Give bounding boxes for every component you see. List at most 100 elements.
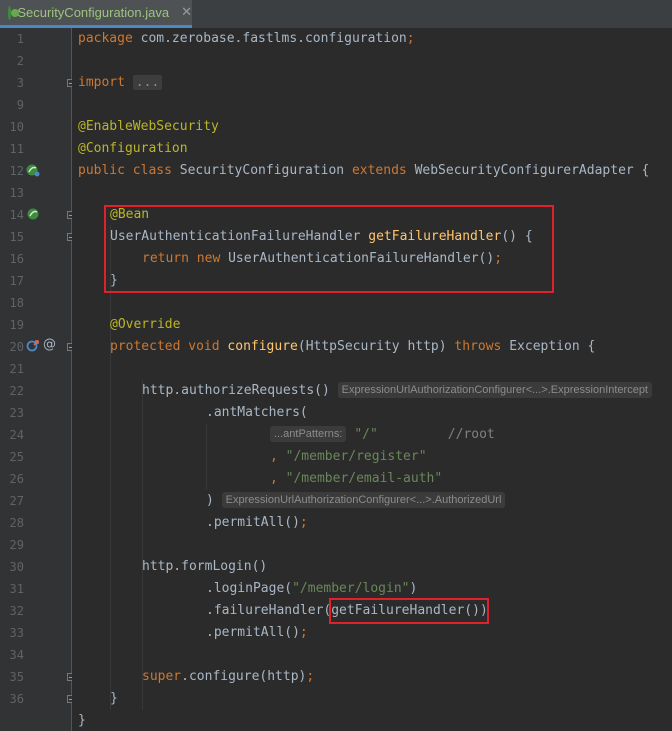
folded-imports[interactable]: ... (132, 75, 163, 90)
code-line: .loginPage("/member/login") (72, 578, 417, 600)
code-token: protected (110, 339, 181, 354)
highlight-bean-method-box (104, 205, 554, 293)
code-line: public class SecurityConfiguration exten… (72, 160, 649, 182)
line-number: 31 (9, 582, 24, 596)
line-number: 17 (9, 274, 24, 288)
line-number: 10 (9, 120, 24, 134)
code-line: } (72, 688, 118, 710)
line-number: 3 (16, 76, 24, 90)
bean-gutter-icon[interactable] (26, 163, 40, 177)
line-number: 11 (9, 142, 24, 156)
code-line: @Override (72, 314, 180, 336)
line-number: 28 (9, 516, 24, 530)
line-number: 1 (16, 32, 24, 46)
indent-guide (206, 424, 207, 490)
line-number: 25 (9, 450, 24, 464)
line-number: 24 (9, 428, 24, 442)
line-number: 12 (9, 164, 24, 178)
code-line: super.configure(http); (72, 666, 314, 688)
code-token: .failureHandler( (206, 603, 332, 618)
code-token: ; (299, 515, 308, 530)
code-token: } (110, 691, 118, 706)
line-number: 20 (9, 340, 24, 354)
code-token: .antMatchers( (206, 405, 308, 420)
code-token: class (132, 163, 172, 178)
line-number: 32 (9, 604, 24, 618)
java-class-icon (8, 5, 21, 20)
code-token: @Configuration (78, 141, 188, 156)
line-number: 2 (16, 54, 24, 68)
code-line: .antMatchers( (72, 402, 308, 424)
code-token: package (78, 31, 133, 46)
line-number: 26 (9, 472, 24, 486)
line-number: 18 (9, 296, 24, 310)
code-token: WebSecurityConfigurerAdapter { (406, 163, 650, 178)
line-number: 22 (9, 384, 24, 398)
line-number: 33 (9, 626, 24, 640)
code-line: .permitAll(); (72, 512, 308, 534)
code-token: ; (299, 625, 308, 640)
code-token: http.authorizeRequests() (142, 383, 330, 398)
code-line: http.authorizeRequests() ExpressionUrlAu… (72, 380, 652, 402)
code-token: .configure(http) (181, 669, 307, 684)
code-token: } (78, 713, 86, 728)
code-line: @EnableWebSecurity (72, 116, 219, 138)
line-number: 13 (9, 186, 24, 200)
line-number: 23 (9, 406, 24, 420)
code-token: SecurityConfiguration (171, 163, 352, 178)
tab-security-configuration[interactable]: SecurityConfiguration.java ✕ (0, 0, 192, 28)
line-number: 15 (9, 230, 24, 244)
code-line: http.formLogin() (72, 556, 267, 578)
code-token: "/member/login" (292, 581, 410, 596)
code-token: super (142, 669, 182, 684)
code-token: public (78, 163, 125, 178)
code-line: } (72, 270, 118, 292)
code-token: "/" (354, 427, 378, 442)
code-line: protected void configure(HttpSecurity ht… (72, 336, 595, 358)
code-token: throws (454, 339, 502, 354)
line-number: 14 (9, 208, 24, 222)
code-token: configure (227, 339, 298, 354)
line-number: 21 (9, 362, 24, 376)
close-icon[interactable]: ✕ (181, 5, 192, 20)
code-token: .loginPage( (206, 581, 293, 596)
code-token: void (188, 339, 220, 354)
code-token: , (270, 471, 286, 486)
code-token: ) (206, 493, 214, 508)
code-token: @Override (110, 317, 181, 332)
line-number: 9 (16, 98, 24, 112)
inlay-param-hint: ...antPatterns: (270, 426, 347, 442)
code-line: @Configuration (72, 138, 188, 160)
highlight-failure-handler-call-box (329, 598, 489, 624)
code-line: .failureHandler(getFailureHandler()) (72, 600, 488, 622)
code-comment: //root (447, 427, 495, 442)
override-gutter-icon[interactable] (26, 339, 40, 353)
line-number: 27 (9, 494, 24, 508)
bean-gutter-icon[interactable] (26, 207, 40, 221)
code-line: , "/member/email-auth" (72, 468, 442, 490)
line-number: 19 (9, 318, 24, 332)
code-token: "/member/register" (285, 449, 427, 464)
code-line: @Bean (72, 204, 149, 226)
code-line: } (72, 710, 103, 731)
code-token: (HttpSecurity http) (297, 339, 455, 354)
code-editor[interactable]: package com.zerobase.fastlms.configurati… (72, 28, 672, 731)
code-token: ; (306, 669, 315, 684)
tab-label: SecurityConfiguration.java (17, 5, 170, 20)
at-annotation-icon[interactable]: @ (43, 337, 56, 352)
code-line: import ... (72, 72, 163, 94)
code-token: .permitAll() (206, 515, 300, 530)
code-line: ) ExpressionUrlAuthorizationConfigurer<.… (72, 490, 506, 512)
code-token: .permitAll() (206, 625, 300, 640)
code-token: ) (409, 581, 418, 596)
line-number: 30 (9, 560, 24, 574)
code-line: .permitAll(); (72, 622, 308, 644)
code-token: ; (406, 31, 415, 46)
line-number: 36 (9, 692, 24, 706)
code-token: , (270, 449, 286, 464)
code-line: return new UserAuthenticationFailureHand… (72, 248, 502, 270)
code-token: extends (351, 163, 407, 178)
inlay-type-hint: ExpressionUrlAuthorizationConfigurer<...… (337, 382, 652, 398)
code-line: ...antPatterns: "/" //root (72, 424, 495, 446)
code-token: com.zerobase.fastlms.configuration (132, 31, 407, 46)
